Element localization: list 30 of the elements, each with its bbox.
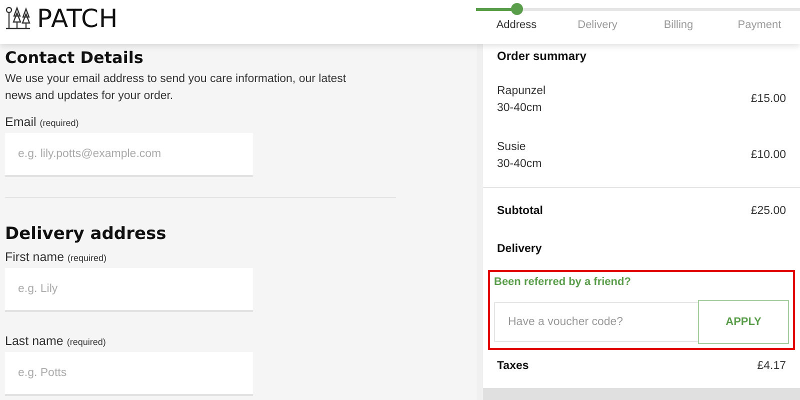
subtotal-label: Subtotal — [497, 205, 543, 217]
taxes-value: £4.17 — [757, 360, 786, 372]
trees-logo-icon — [5, 6, 31, 30]
input-field[interactable]: e.g. Lily — [5, 268, 253, 312]
item-size: 30-40cm — [497, 102, 543, 114]
intro-text: We use your email address to send you care information, our latest news and updates for your order. — [5, 72, 348, 104]
step-tab[interactable]: Address — [476, 19, 557, 31]
field-label: First name (required) — [5, 250, 108, 264]
section-heading: Delivery address — [5, 224, 168, 244]
step-tab[interactable]: Delivery — [557, 19, 638, 31]
item-name: Rapunzel — [497, 84, 546, 96]
input-field[interactable]: e.g. Potts — [5, 352, 253, 396]
step-tab[interactable]: Payment — [719, 19, 800, 31]
input-field[interactable]: e.g. lily.potts@example.com — [5, 133, 253, 177]
step-tab[interactable]: Billing — [638, 19, 719, 31]
subtotal-value: £25.00 — [750, 205, 786, 217]
item-price: £10.00 — [750, 149, 786, 161]
item-name: Susie — [497, 140, 527, 152]
item-size: 30-40cm — [497, 158, 542, 170]
logo-wordmark[interactable]: PATCH — [37, 4, 118, 32]
field-label: Email (required) — [5, 115, 80, 129]
apply-button[interactable]: APPLY — [698, 300, 789, 344]
taxes-label: Taxes — [497, 360, 529, 372]
section-heading: Contact Details — [5, 48, 144, 67]
referral-link[interactable]: Been referred by a friend? — [494, 276, 631, 288]
item-price: £15.00 — [750, 93, 786, 105]
delivery-label: Delivery — [497, 243, 542, 255]
summary-heading: Order summary — [497, 48, 588, 65]
voucher-field[interactable]: Have a voucher code? — [494, 302, 698, 342]
field-label: Last name (required) — [5, 334, 107, 348]
